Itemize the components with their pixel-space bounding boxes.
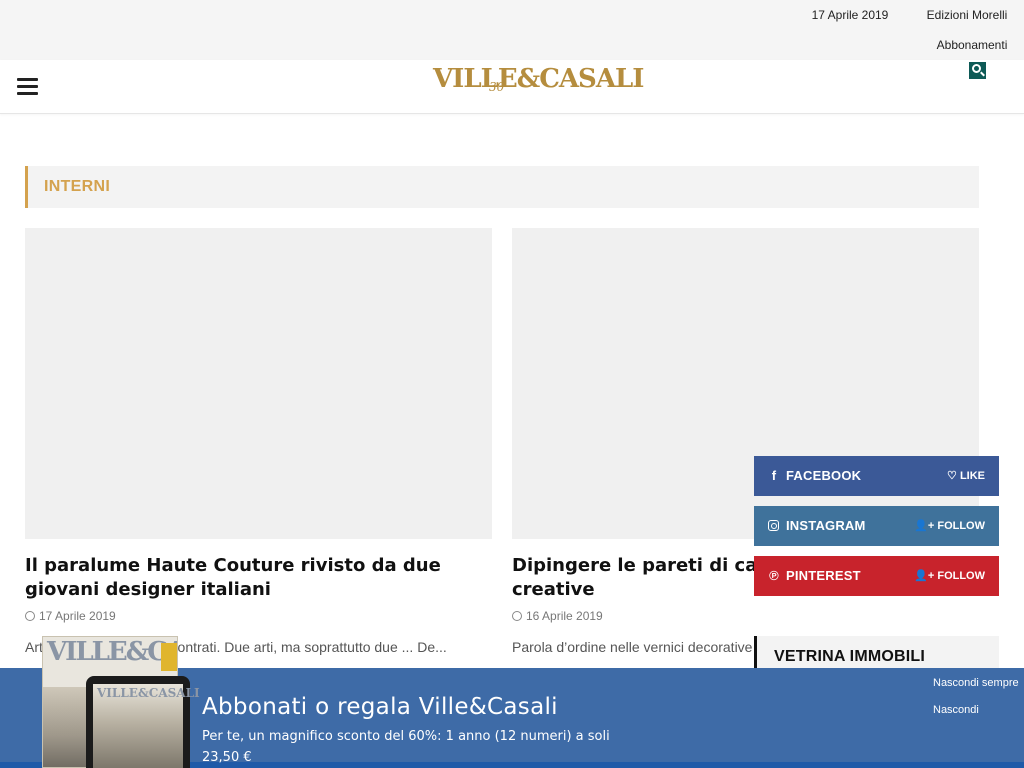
vetrina-title: VETRINA IMMOBILI (774, 648, 926, 665)
follow-icon: 👤+ (914, 520, 938, 532)
menu-icon[interactable] (17, 78, 38, 96)
section-header: INTERNI (25, 166, 979, 208)
article-date: 17 Aprile 2019 (25, 609, 116, 623)
hide-button[interactable]: Nascondi (933, 704, 979, 716)
publisher-link[interactable]: Edizioni Morelli (918, 8, 1016, 22)
hide-always-button[interactable]: Nascondi sempre (933, 677, 1019, 689)
like-icon: ♡ (947, 470, 960, 482)
top-bar: 17 Aprile 2019 Edizioni Morelli Abboname… (0, 0, 1024, 60)
pinterest-icon: ℗ (769, 568, 779, 583)
facebook-button[interactable]: f FACEBOOK ♡ LIKE (754, 456, 999, 496)
banner-headline[interactable]: Abbonati o regala Ville&Casali (202, 694, 558, 720)
article-title[interactable]: Il paralume Haute Couture rivisto da due… (25, 554, 495, 602)
tablet-image: VILLE&CASALI (86, 676, 200, 768)
article-thumbnail[interactable] (25, 228, 492, 539)
clock-icon (25, 611, 35, 621)
site-header: VILLE&CASALI 30 (0, 60, 1024, 114)
instagram-button[interactable]: INSTAGRAM 👤+ FOLLOW (754, 506, 999, 546)
logo-badge: 30 (489, 80, 505, 94)
follow-icon: 👤+ (914, 570, 938, 582)
clock-icon (512, 611, 522, 621)
instagram-icon (768, 520, 779, 531)
logo-text: VILLE&CASALI (433, 64, 644, 94)
vetrina-header: VETRINA IMMOBILI (754, 636, 999, 668)
current-date: 17 Aprile 2019 (811, 8, 889, 22)
banner-subtext: Per te, un magnifico sconto del 60%: 1 a… (202, 729, 610, 765)
facebook-icon: f (771, 468, 777, 483)
section-title: INTERNI (44, 178, 111, 195)
site-logo[interactable]: VILLE&CASALI 30 (433, 62, 644, 112)
subscriptions-link[interactable]: Abbonamenti (926, 38, 1018, 52)
article-date: 16 Aprile 2019 (512, 609, 603, 623)
pinterest-button[interactable]: ℗ PINTEREST 👤+ FOLLOW (754, 556, 999, 596)
search-icon[interactable] (969, 62, 986, 79)
